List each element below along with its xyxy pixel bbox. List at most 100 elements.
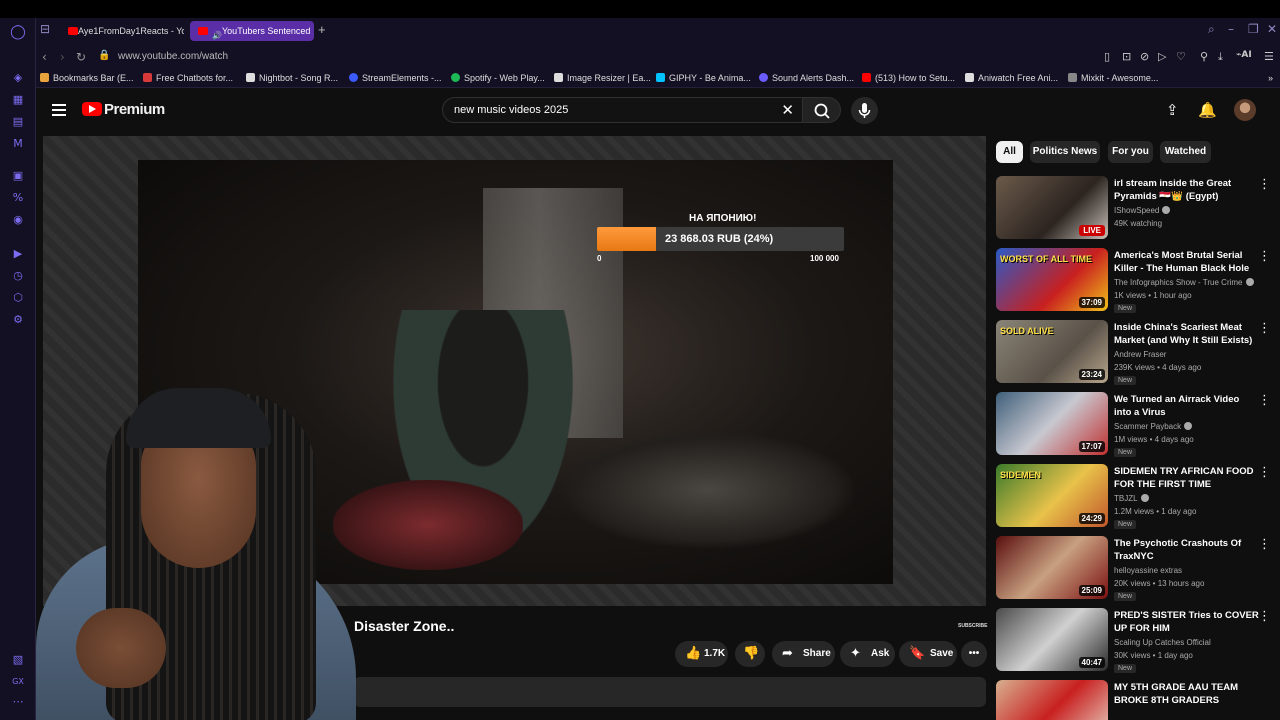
forward-icon[interactable]: › (60, 50, 65, 64)
notifications-bell-icon[interactable]: 🔔 (1198, 101, 1217, 119)
recommendation-title[interactable]: The Psychotic Crashouts Of TraxNYC (1114, 537, 1259, 563)
search-tabs-icon[interactable]: ⌕ (1208, 22, 1215, 37)
discord-icon[interactable]: ◉ (10, 212, 26, 228)
more-bookmarks-icon[interactable]: » (1268, 73, 1273, 83)
download-icon[interactable]: ⤓ (1218, 50, 1223, 64)
twitch-icon[interactable]: ▣ (10, 168, 26, 184)
more-vertical-icon[interactable]: ⋮ (1258, 537, 1271, 552)
chip-watched[interactable]: Watched (1160, 141, 1211, 163)
video-thumbnail[interactable]: SIDEMEN 24:29 (996, 464, 1108, 527)
bookmark-item[interactable]: Spotify - Web Play... (451, 73, 545, 83)
recommendation-item[interactable]: WORST OF ALL TIME 37:09 America's Most Bru… (996, 248, 1280, 314)
chip-politics-news[interactable]: Politics News (1030, 141, 1100, 163)
bookmark-item[interactable]: Bookmarks Bar (E... (40, 73, 134, 83)
channel-name[interactable]: The Infographics Show - True Crime (1114, 278, 1280, 287)
video-thumbnail[interactable]: SOLD ALIVE 23:24 (996, 320, 1108, 383)
share-button[interactable]: ➦ Share (772, 641, 835, 667)
play-icon[interactable]: ▷ (1158, 50, 1166, 63)
dislike-button[interactable]: 👎 (735, 641, 765, 667)
more-icon[interactable]: ⋯ (10, 694, 26, 710)
description-box[interactable] (354, 677, 986, 707)
ai-button[interactable]: ⌁AI (1236, 50, 1252, 60)
extensions-icon[interactable]: ⬡ (10, 290, 26, 306)
recommendation-title[interactable]: America's Most Brutal Serial Killer - Th… (1114, 249, 1259, 276)
recommendation-item[interactable]: LIVE irl stream inside the Great Pyramids… (996, 176, 1280, 242)
recommendation-title[interactable]: SIDEMEN TRY AFRICAN FOOD FOR THE FIRST T… (1114, 465, 1259, 491)
more-vertical-icon[interactable]: ⋮ (1258, 177, 1271, 192)
video-thumbnail[interactable]: LIVE (996, 176, 1108, 239)
bookmark-item[interactable]: GIPHY - Be Anima... (656, 73, 751, 83)
gx-icon[interactable]: GX (10, 674, 26, 690)
aria-icon[interactable]: ◈ (10, 70, 26, 86)
bookmark-item[interactable]: (513) How to Setu... (862, 73, 955, 83)
bookmark-item[interactable]: Sound Alerts Dash... (759, 73, 854, 83)
url-field[interactable]: www.youtube.com/watch (118, 51, 228, 62)
pinboard-icon[interactable]: ▤ (10, 114, 26, 130)
percent-icon[interactable]: % (10, 190, 26, 206)
gx-control-icon[interactable]: ▧ (10, 652, 26, 668)
adblock-icon[interactable]: ⊘ (1140, 50, 1149, 63)
workspaces-icon[interactable]: ▦ (10, 92, 26, 108)
ask-button[interactable]: ✦ Ask (840, 641, 895, 667)
save-button[interactable]: 🔖 Save (899, 641, 957, 667)
more-vertical-icon[interactable]: ⋮ (1258, 609, 1271, 624)
recommendation-item[interactable]: 40:47 PRED'S SISTER Tries to COVER UP FOR… (996, 608, 1280, 674)
bookmark-item[interactable]: Mixkit - Awesome... (1068, 73, 1158, 83)
settings-icon[interactable]: ⚙ (10, 312, 26, 328)
clear-search-icon[interactable]: ✕ (781, 101, 794, 119)
recommendation-item[interactable]: 17:07 We Turned an Airrack Video into a V… (996, 392, 1280, 458)
messenger-icon[interactable]: M (10, 136, 26, 152)
channel-name[interactable]: helloyassine extras (1114, 566, 1280, 575)
video-thumbnail[interactable] (996, 680, 1108, 720)
upload-icon[interactable]: ⇪ (1166, 101, 1179, 119)
back-icon[interactable]: ‹ (42, 50, 47, 64)
menu-icon[interactable] (52, 104, 66, 116)
bookmark-item[interactable]: Nightbot - Song R... (246, 73, 338, 83)
video-thumbnail[interactable]: WORST OF ALL TIME 37:09 (996, 248, 1108, 311)
recommendation-title[interactable]: MY 5TH GRADE AAU TEAM BROKE 8TH GRADERS … (1114, 681, 1259, 708)
bookmark-item[interactable]: Aniwatch Free Ani... (965, 73, 1058, 83)
tab-aye1fromday1reacts[interactable]: Aye1FromDay1Reacts - Yo (60, 21, 184, 41)
bookmark-item[interactable]: StreamElements -... (349, 73, 442, 83)
subscribe-watermark[interactable]: SUBSCRIBE (958, 623, 987, 629)
more-actions-button[interactable]: ••• (961, 641, 987, 667)
chip-for-you[interactable]: For you (1108, 141, 1153, 163)
recommendation-title[interactable]: We Turned an Airrack Video into a Virus (1114, 393, 1259, 419)
recommendation-title[interactable]: Inside China's Scariest Meat Market (and… (1114, 321, 1259, 347)
channel-name[interactable]: IShowSpeed (1114, 206, 1280, 215)
recommendation-title[interactable]: irl stream inside the Great Pyramids 🇪🇬👑… (1114, 177, 1259, 203)
wallet-icon[interactable]: ⚲ (1200, 50, 1208, 63)
more-vertical-icon[interactable]: ⋮ (1258, 321, 1271, 336)
pinboard-add-icon[interactable]: ⊡ (1122, 50, 1131, 63)
easy-setup-icon[interactable]: ☰ (1264, 50, 1274, 63)
voice-search-button[interactable] (851, 97, 878, 124)
recommendation-item[interactable]: MY 5TH GRADE AAU TEAM BROKE 8TH GRADERS … (996, 680, 1280, 720)
tab-youtubers-sentenced[interactable]: 🔊 YouTubers Sentenced (190, 21, 314, 41)
more-vertical-icon[interactable]: ⋮ (1258, 393, 1271, 408)
recommendation-title[interactable]: PRED'S SISTER Tries to COVER UP FOR HIM (1114, 609, 1259, 635)
favorite-heart-icon[interactable]: ♡ (1176, 50, 1186, 63)
video-thumbnail[interactable]: 40:47 (996, 608, 1108, 671)
youtube-brand-label[interactable]: Premium (104, 101, 165, 118)
history-icon[interactable]: ◷ (10, 268, 26, 284)
channel-name[interactable]: Scaling Up Catches Official (1114, 638, 1280, 647)
channel-name[interactable]: Scammer Payback (1114, 422, 1280, 431)
close-window-icon[interactable]: ✕ (1267, 22, 1277, 36)
lock-icon[interactable]: 🔒 (98, 50, 110, 61)
like-button[interactable]: 👍 1.7K (675, 641, 728, 667)
bookmark-item[interactable]: Free Chatbots for... (143, 73, 233, 83)
channel-name[interactable]: TBJZL (1114, 494, 1280, 503)
opera-logo-icon[interactable]: ◯ (10, 24, 26, 40)
chip-all[interactable]: All (996, 141, 1023, 163)
video-thumbnail[interactable]: 17:07 (996, 392, 1108, 455)
recommendation-item[interactable]: 25:09 The Psychotic Crashouts Of TraxNYC h… (996, 536, 1280, 602)
player-icon[interactable]: ▶ (10, 246, 26, 262)
channel-name[interactable]: Andrew Fraser (1114, 350, 1280, 359)
avatar[interactable] (1234, 99, 1256, 121)
tab-menu-icon[interactable]: ⊟ (40, 22, 50, 36)
minimize-icon[interactable]: – (1228, 22, 1234, 36)
youtube-logo-icon[interactable] (82, 102, 102, 116)
recommendation-item[interactable]: SIDEMEN 24:29 SIDEMEN TRY AFRICAN FOOD FOR… (996, 464, 1280, 530)
search-input[interactable]: new music videos 2025 ✕ (442, 97, 803, 123)
maximize-icon[interactable]: ❐ (1248, 22, 1259, 36)
